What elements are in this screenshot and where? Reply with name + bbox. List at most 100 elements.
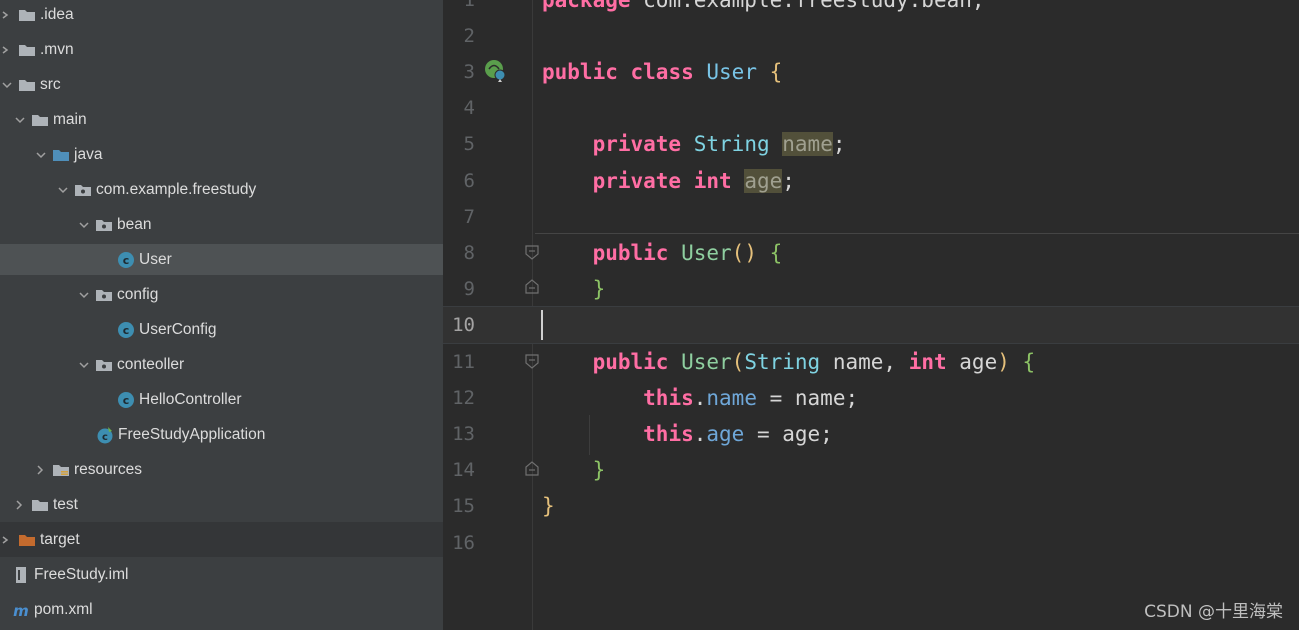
code-line[interactable]: 5 private String name;	[443, 126, 1299, 162]
tree-item-java[interactable]: java	[0, 137, 443, 172]
line-number: 11	[452, 351, 475, 373]
code-text: public User() {	[592, 241, 783, 265]
code-line[interactable]: 6 private int age;	[443, 163, 1299, 199]
fold-start-icon[interactable]	[524, 244, 540, 260]
maven-icon: m	[12, 601, 30, 619]
code-text: }	[542, 494, 555, 518]
indent-guide	[589, 415, 590, 455]
text-caret	[541, 310, 543, 340]
line-number: 9	[463, 278, 475, 300]
chevron-down-icon[interactable]	[13, 113, 27, 127]
folder-icon	[18, 76, 36, 94]
tree-item-pom[interactable]: m pom.xml	[0, 592, 443, 627]
tree-item-label: FreeStudyApplication	[118, 425, 266, 443]
chevron-right-icon[interactable]	[34, 463, 48, 477]
tree-item-freestudyapplication[interactable]: c FreeStudyApplication	[0, 417, 443, 452]
folder-icon	[31, 111, 49, 129]
fold-end-icon[interactable]	[524, 279, 540, 295]
code-editor[interactable]: 1 package com.example.freestudy.bean; 2 …	[443, 0, 1299, 630]
code-line-current[interactable]: 10	[443, 306, 1299, 344]
svg-text:c: c	[102, 432, 108, 443]
package-icon	[95, 286, 113, 304]
code-text: package com.example.freestudy.bean;	[542, 0, 985, 12]
line-number: 4	[463, 97, 475, 119]
tree-item-test[interactable]: test	[0, 487, 443, 522]
folder-icon	[31, 496, 49, 514]
chevron-down-icon[interactable]	[0, 78, 14, 92]
tree-item-label: pom.xml	[34, 600, 93, 618]
tree-item-bean[interactable]: bean	[0, 207, 443, 242]
line-number: 16	[452, 532, 475, 554]
tree-item-userconfig[interactable]: c UserConfig	[0, 312, 443, 347]
method-separator	[535, 233, 1299, 234]
code-line[interactable]: 16	[443, 525, 1299, 561]
code-text: public User(String name, int age) {	[592, 350, 1036, 374]
resources-folder-icon	[52, 461, 70, 479]
chevron-right-icon[interactable]	[0, 8, 14, 22]
tree-item-label: .idea	[40, 5, 74, 23]
tree-item-label: .mvn	[40, 40, 74, 58]
code-line[interactable]: 12 this.name = name;	[443, 380, 1299, 416]
chevron-down-icon[interactable]	[34, 148, 48, 162]
line-number: 3	[463, 61, 475, 83]
code-text: }	[592, 458, 606, 482]
line-number: 6	[463, 170, 475, 192]
code-line[interactable]: 2	[443, 18, 1299, 54]
line-number: 7	[463, 206, 475, 228]
tree-item-iml[interactable]: FreeStudy.iml	[0, 557, 443, 592]
package-icon	[95, 216, 113, 234]
tree-item-hellocontroller[interactable]: c HelloController	[0, 382, 443, 417]
code-line[interactable]: 4	[443, 90, 1299, 126]
svg-text:m: m	[13, 602, 29, 619]
tree-item-label: resources	[74, 460, 143, 478]
code-line[interactable]: 9 }	[443, 271, 1299, 307]
chevron-down-icon[interactable]	[77, 358, 91, 372]
chevron-right-icon[interactable]	[13, 498, 27, 512]
code-line[interactable]: 14 }	[443, 452, 1299, 488]
code-text: }	[592, 277, 606, 301]
line-number: 2	[463, 25, 475, 47]
fold-end-icon[interactable]	[524, 461, 540, 477]
tree-item-src[interactable]: src	[0, 67, 443, 102]
spring-boot-class-icon: c	[96, 426, 114, 444]
line-number: 1	[463, 0, 475, 11]
tree-item-label: bean	[117, 215, 152, 233]
line-number: 10	[452, 314, 475, 336]
chevron-down-icon[interactable]	[77, 218, 91, 232]
tree-item-target[interactable]: target	[0, 522, 443, 557]
code-line[interactable]: 11 public User(String name, int age) {	[443, 344, 1299, 380]
tree-item-label: conteoller	[117, 355, 185, 373]
tree-item-idea[interactable]: .idea	[0, 0, 443, 32]
tree-item-label: User	[139, 250, 172, 268]
fold-start-icon[interactable]	[524, 353, 540, 369]
code-line[interactable]: 13 this.age = age;	[443, 416, 1299, 452]
code-line[interactable]: 8 public User() {	[443, 235, 1299, 271]
code-line[interactable]: 15 }	[443, 488, 1299, 524]
chevron-right-icon[interactable]	[0, 43, 14, 57]
tree-item-label: HelloController	[139, 390, 242, 408]
tree-item-user[interactable]: c User	[0, 244, 443, 275]
spring-bean-gutter-icon[interactable]	[483, 58, 509, 84]
iml-file-icon	[12, 566, 30, 584]
code-line[interactable]: 3 public class User {	[443, 54, 1299, 90]
folder-icon	[18, 41, 36, 59]
unused-field-highlight: age	[744, 169, 783, 193]
code-line[interactable]: 7	[443, 199, 1299, 235]
code-text: private String name;	[592, 132, 846, 156]
tree-item-label: src	[40, 75, 61, 93]
chevron-down-icon[interactable]	[77, 288, 91, 302]
tree-item-label: java	[74, 145, 103, 163]
tree-item-main[interactable]: main	[0, 102, 443, 137]
tree-item-config[interactable]: config	[0, 277, 443, 312]
line-number: 12	[452, 387, 475, 409]
source-folder-icon	[52, 146, 70, 164]
chevron-right-icon[interactable]	[0, 533, 14, 547]
code-line[interactable]: 1 package com.example.freestudy.bean;	[443, 0, 1299, 18]
tree-item-resources[interactable]: resources	[0, 452, 443, 487]
chevron-down-icon[interactable]	[56, 183, 70, 197]
watermark: CSDN @十里海棠	[1144, 602, 1283, 622]
tree-item-mvn[interactable]: .mvn	[0, 32, 443, 67]
tree-item-label: UserConfig	[139, 320, 217, 338]
tree-item-package-root[interactable]: com.example.freestudy	[0, 172, 443, 207]
tree-item-conteoller[interactable]: conteoller	[0, 347, 443, 382]
